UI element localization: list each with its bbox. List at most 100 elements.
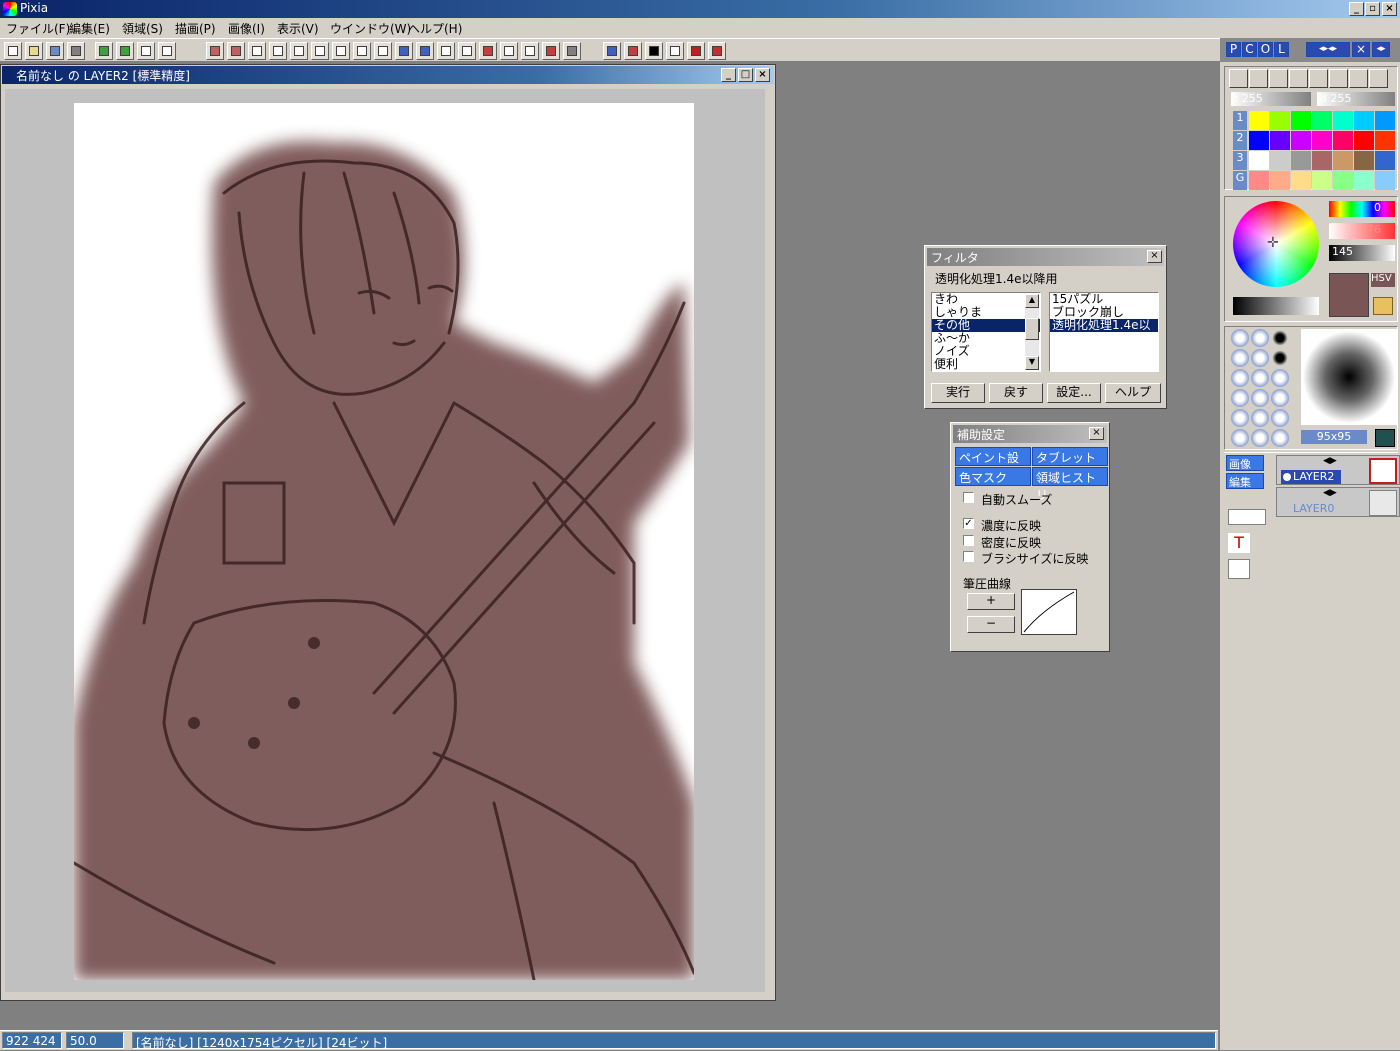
undo-icon[interactable]	[95, 42, 113, 60]
layer-arrows-icon[interactable]: ◀▶	[1323, 488, 1337, 498]
brush-shape-icon[interactable]	[1271, 389, 1289, 407]
settings-button[interactable]: 設定...	[1047, 383, 1101, 403]
current-color-swatch[interactable]	[1329, 273, 1369, 317]
paste-icon[interactable]	[158, 42, 176, 60]
color-swatch[interactable]	[1375, 151, 1395, 170]
zoom-icon[interactable]	[542, 42, 560, 60]
text-tool-icon[interactable]: T	[1228, 533, 1250, 553]
minimize-icon[interactable]: _	[1349, 2, 1364, 16]
color-swatch[interactable]	[1291, 171, 1311, 190]
dropdown-icon[interactable]	[1369, 69, 1388, 88]
color-swatch[interactable]	[1354, 171, 1374, 190]
brush-shape-icon[interactable]	[1251, 409, 1269, 427]
pressure-curve-graph[interactable]	[1021, 589, 1077, 635]
brush-shape-icon[interactable]	[1271, 429, 1289, 447]
fill-icon[interactable]	[395, 42, 413, 60]
auto-smooth-checkbox[interactable]	[963, 492, 974, 503]
layer-tab-edit[interactable]: 編集	[1226, 473, 1264, 489]
brush-shape-icon[interactable]	[1251, 389, 1269, 407]
print-icon[interactable]	[67, 42, 85, 60]
pen-icon[interactable]	[206, 42, 224, 60]
brush-shape-icon[interactable]	[1231, 389, 1249, 407]
hsv-mode-button[interactable]: HSV	[1371, 273, 1395, 287]
color-swatch[interactable]	[1333, 111, 1353, 130]
copy-icon[interactable]	[137, 42, 155, 60]
panel-tab-p[interactable]: P	[1226, 42, 1241, 57]
text-icon[interactable]	[563, 42, 581, 60]
circle-tool-icon[interactable]	[1309, 69, 1328, 88]
layer-visible-icon[interactable]	[1283, 473, 1291, 481]
stamp-icon[interactable]	[437, 42, 455, 60]
brush-shape-icon[interactable]	[1231, 409, 1249, 427]
color-swatch[interactable]	[1333, 151, 1353, 170]
menu-image[interactable]: 画像(I)	[228, 20, 265, 37]
layer-row-layer0[interactable]: ◀▶ LAYER0	[1276, 487, 1400, 517]
spray-icon[interactable]	[416, 42, 434, 60]
color-swatch[interactable]	[1270, 171, 1290, 190]
color-swatch[interactable]	[1375, 131, 1395, 150]
mask-icon[interactable]	[624, 42, 642, 60]
color-swatch[interactable]	[1249, 131, 1269, 150]
color-swatch[interactable]	[1291, 111, 1311, 130]
menu-view[interactable]: 表示(V)	[277, 20, 319, 37]
t-value-field[interactable]: t 255	[1231, 92, 1311, 106]
brush-shape-icon[interactable]	[1271, 329, 1289, 347]
fill-tool-icon[interactable]	[1349, 69, 1368, 88]
tab-paint-settings[interactable]: ペイント設定	[955, 447, 1031, 482]
filter-list[interactable]: 15パズル ブロック崩し 透明化処理1.4e以	[1049, 292, 1159, 372]
color-swatch[interactable]	[1291, 151, 1311, 170]
circle-icon[interactable]	[290, 42, 308, 60]
color-swatch[interactable]	[1270, 131, 1290, 150]
color-swatch[interactable]	[1333, 171, 1353, 190]
brush-shape-icon[interactable]	[1251, 369, 1269, 387]
palette-row-1[interactable]: 1	[1233, 111, 1247, 130]
layer-blank-field[interactable]	[1228, 509, 1266, 525]
color-swatch[interactable]	[1312, 171, 1332, 190]
magic-icon[interactable]	[479, 42, 497, 60]
brush-shape-icon[interactable]	[1231, 349, 1249, 367]
select-icon[interactable]	[458, 42, 476, 60]
color-swatch[interactable]	[1270, 111, 1290, 130]
brush-shape-icon[interactable]	[1231, 369, 1249, 387]
filter-icon[interactable]	[645, 42, 663, 60]
pen-tool-icon[interactable]	[1229, 69, 1248, 88]
d-value-field[interactable]: d 255	[1317, 92, 1395, 106]
palette-row-2[interactable]: 2	[1233, 131, 1247, 150]
color-swatch[interactable]	[1312, 151, 1332, 170]
zoom-out-icon[interactable]	[708, 42, 726, 60]
new-icon[interactable]	[4, 42, 22, 60]
curve-icon[interactable]	[353, 42, 371, 60]
menu-region[interactable]: 領域(S)	[122, 20, 163, 37]
color-swatch[interactable]	[1354, 131, 1374, 150]
panel-arrange-icon[interactable]: ◂▸◂▸	[1306, 42, 1350, 57]
category-scrollbar[interactable]: ▲ ▼	[1025, 294, 1039, 370]
eyedropper-icon[interactable]	[500, 42, 518, 60]
cross-icon[interactable]	[332, 42, 350, 60]
menu-help[interactable]: ヘルプ(H)	[408, 20, 462, 37]
layer-arrows-icon[interactable]: ◀▶	[1323, 456, 1337, 466]
layer-tool-icon[interactable]	[1329, 69, 1348, 88]
layer-row-layer2[interactable]: ◀▶ LAYER2	[1276, 455, 1400, 485]
color-swatch[interactable]	[1375, 111, 1395, 130]
brush-shape-icon[interactable]	[1231, 329, 1249, 347]
color-swatch[interactable]	[1249, 111, 1269, 130]
lasso-icon[interactable]	[311, 42, 329, 60]
color-wheel[interactable]: ✛	[1233, 201, 1319, 287]
brush-shape-icon[interactable]	[1251, 429, 1269, 447]
save-icon[interactable]	[46, 42, 64, 60]
redo-icon[interactable]	[116, 42, 134, 60]
hsv-icon[interactable]	[666, 42, 684, 60]
open-icon[interactable]	[25, 42, 43, 60]
filter-close-icon[interactable]: ×	[1147, 250, 1162, 263]
brush-shape-icon[interactable]	[1231, 429, 1249, 447]
palette-row-g[interactable]: G	[1233, 171, 1247, 190]
brush-shape-icon[interactable]	[1271, 369, 1289, 387]
rect-icon[interactable]	[248, 42, 266, 60]
dot-brush-icon[interactable]	[1249, 69, 1268, 88]
brush-shape-icon[interactable]	[1271, 409, 1289, 427]
tab-tablet[interactable]: タブレット	[1032, 447, 1108, 466]
color-swatch[interactable]	[1270, 151, 1290, 170]
restore-icon[interactable]: ▫	[1365, 2, 1380, 16]
lasso-tool-icon[interactable]	[1289, 69, 1308, 88]
menu-draw[interactable]: 描画(P)	[175, 20, 216, 37]
